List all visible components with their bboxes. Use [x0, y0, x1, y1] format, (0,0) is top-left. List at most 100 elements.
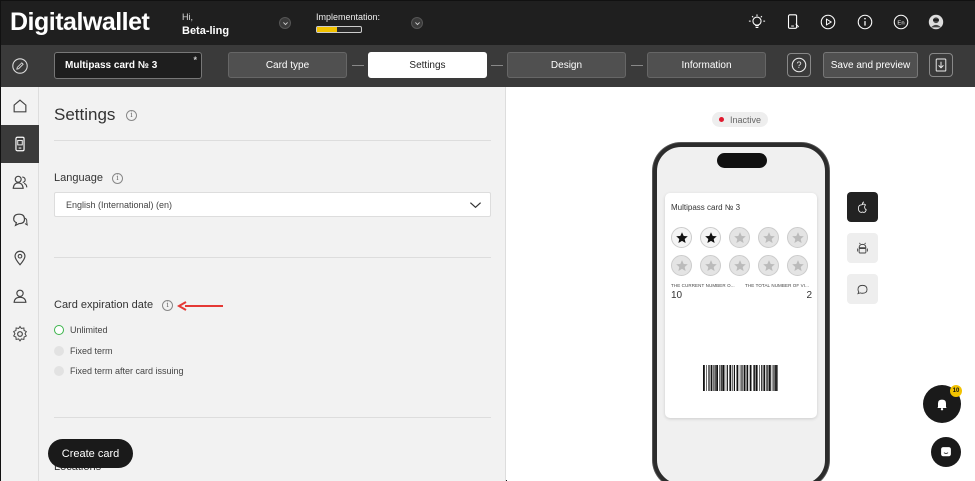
barcode	[703, 365, 778, 391]
divider	[54, 140, 491, 141]
step-separator	[491, 65, 503, 66]
step-separator	[352, 65, 364, 66]
star-icon	[762, 231, 775, 243]
stamp-filled	[671, 227, 692, 248]
radio-unlimited-label: Unlimited	[70, 325, 108, 335]
question-icon: ?	[791, 57, 807, 73]
star-icon	[791, 259, 804, 271]
language-icon[interactable]: En	[892, 13, 910, 31]
expiration-info-icon[interactable]: i	[162, 300, 174, 311]
phone-notch	[717, 153, 767, 168]
stamp-empty	[700, 255, 721, 276]
status-dot	[719, 117, 724, 122]
settings-info-icon[interactable]: i	[126, 110, 137, 121]
bulb-icon[interactable]	[748, 13, 766, 31]
sidebar-item-messages[interactable]	[1, 201, 39, 239]
user-menu-chevron-icon[interactable]	[279, 17, 291, 29]
stamp-empty	[758, 255, 779, 276]
sidebar-item-clients[interactable]	[1, 163, 39, 201]
chat-icon	[13, 213, 28, 227]
radio-fixed-term-after-issuing-label: Fixed term after card issuing	[70, 366, 184, 376]
card-preview: Inactive Multipass card № 3 THE CURRENT …	[507, 87, 975, 481]
tab-settings[interactable]: Settings	[368, 52, 487, 78]
apple-preview-button[interactable]	[847, 192, 878, 222]
stamp-empty	[729, 227, 750, 248]
implementation-progress: Implementation:	[316, 12, 380, 33]
star-icon	[675, 231, 688, 243]
implementation-chevron-icon[interactable]	[411, 17, 423, 29]
download-button[interactable]	[929, 53, 953, 77]
field2-value: 2	[806, 290, 812, 301]
stamp-empty	[787, 227, 808, 248]
help-button[interactable]: ?	[787, 53, 811, 77]
tab-card-type-label: Card type	[265, 59, 310, 71]
stamp-empty	[787, 255, 808, 276]
stamp-empty	[758, 227, 779, 248]
language-label: Language i	[54, 172, 124, 184]
card-name-value: Multipass card № 3	[65, 60, 158, 71]
android-preview-button[interactable]	[847, 233, 878, 263]
location-icon	[14, 250, 26, 266]
star-icon	[704, 231, 717, 243]
tab-design[interactable]: Design	[507, 52, 626, 78]
divider	[54, 257, 491, 258]
expiration-label: Card expiration date i	[54, 299, 174, 311]
star-icon	[762, 259, 775, 271]
stamp-empty	[671, 255, 692, 276]
star-icon	[733, 259, 746, 271]
page-title: Settings	[54, 105, 116, 124]
edit-icon[interactable]	[11, 57, 29, 75]
chevron-down-icon	[469, 202, 482, 209]
implementation-bar-fill	[317, 27, 337, 32]
save-and-preview-button[interactable]: Save and preview	[823, 52, 918, 78]
status-badge: Inactive	[712, 112, 769, 127]
radio-unlimited[interactable]: Unlimited	[54, 325, 108, 335]
chat-icon	[857, 284, 868, 294]
radio-dot	[54, 366, 64, 376]
sidebar-item-cards[interactable]	[1, 125, 39, 163]
tab-information[interactable]: Information	[647, 52, 766, 78]
user-greeting[interactable]: Hi, Beta-ling	[182, 12, 229, 37]
annotation-arrow	[177, 301, 223, 311]
radio-dot	[54, 346, 64, 356]
info-icon[interactable]	[856, 13, 874, 31]
support-chat-button[interactable]	[931, 437, 961, 467]
language-code: En	[897, 20, 904, 26]
message-preview-button[interactable]	[847, 274, 878, 304]
svg-text:?: ?	[796, 60, 801, 70]
wallet-card-title: Multipass card № 3	[671, 203, 741, 212]
android-icon	[857, 242, 868, 253]
avatar[interactable]	[927, 13, 945, 31]
app-logo[interactable]: Digitalwallet	[10, 8, 150, 37]
sidebar-item-locations[interactable]	[1, 239, 39, 277]
divider	[54, 417, 491, 418]
implementation-label: Implementation:	[316, 12, 381, 22]
greeting-text: Hi,	[182, 12, 193, 22]
gear-icon	[13, 325, 27, 342]
sidebar-item-settings[interactable]	[1, 315, 39, 353]
card-icon	[15, 136, 25, 152]
language-info-icon[interactable]: i	[112, 173, 124, 184]
create-card-button[interactable]: Create card	[48, 439, 133, 468]
mobile-preview-icon[interactable]	[784, 13, 802, 31]
apple-icon	[857, 200, 867, 213]
field2-label: THE TOTAL NUMBER OF VI...	[745, 283, 810, 288]
stamp-empty	[729, 255, 750, 276]
radio-fixed-term-after-issuing[interactable]: Fixed term after card issuing	[54, 366, 184, 376]
radio-fixed-term[interactable]: Fixed term	[54, 346, 113, 356]
card-name-input[interactable]: Multipass card № 3 *	[54, 52, 202, 79]
phone-mockup: Multipass card № 3 THE CURRENT NUMBER O.…	[653, 143, 829, 481]
bell-icon	[937, 399, 947, 411]
field1-label: THE CURRENT NUMBER O...	[671, 283, 735, 288]
user-icon	[13, 289, 27, 303]
sidebar-item-home[interactable]	[1, 87, 39, 125]
wallet-card: Multipass card № 3 THE CURRENT NUMBER O.…	[665, 193, 817, 418]
language-select-value: English (International) (en)	[66, 200, 173, 210]
username: Beta-ling	[182, 25, 230, 37]
status-text: Inactive	[730, 114, 762, 125]
language-select[interactable]: English (International) (en)	[54, 192, 491, 217]
play-icon[interactable]	[819, 13, 837, 31]
tab-card-type[interactable]: Card type	[228, 52, 347, 78]
sidebar-item-managers[interactable]	[1, 277, 39, 315]
notification-count-badge: 10	[950, 385, 962, 397]
